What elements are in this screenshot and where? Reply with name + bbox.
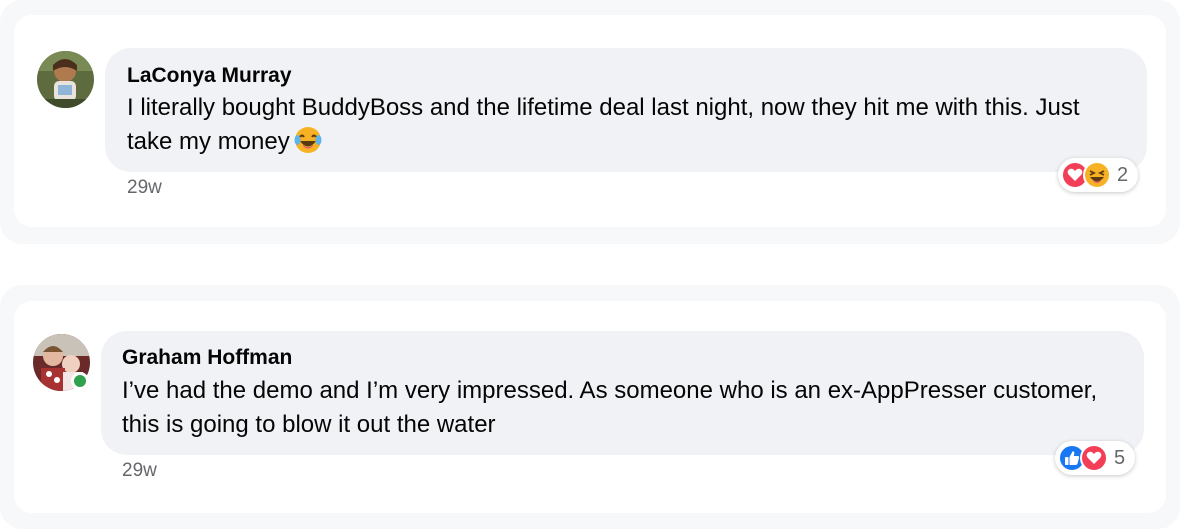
- comment-timestamp[interactable]: 29w: [122, 460, 157, 482]
- user-avatar-photo: [37, 51, 94, 108]
- comment-timestamp[interactable]: 29w: [127, 177, 162, 199]
- reactions-summary[interactable]: 2: [1058, 158, 1139, 192]
- comment-text: I literally bought BuddyBoss and the lif…: [127, 91, 1127, 164]
- online-status-indicator: [71, 372, 89, 390]
- comment-author[interactable]: LaConya Murray: [127, 64, 292, 88]
- comment-author[interactable]: Graham Hoffman: [122, 346, 292, 370]
- comment-text-body: I literally bought BuddyBoss and the lif…: [127, 94, 1080, 155]
- reaction-count: 2: [1117, 163, 1129, 186]
- haha-reaction-icon: [1083, 161, 1111, 189]
- love-reaction-icon: [1080, 444, 1108, 472]
- tears-of-joy-emoji: [294, 126, 322, 164]
- reactions-summary[interactable]: 5: [1055, 441, 1136, 475]
- avatar[interactable]: [37, 51, 94, 108]
- comment-text: I’ve had the demo and I’m very impressed…: [122, 377, 1098, 438]
- reaction-count: 5: [1114, 446, 1126, 469]
